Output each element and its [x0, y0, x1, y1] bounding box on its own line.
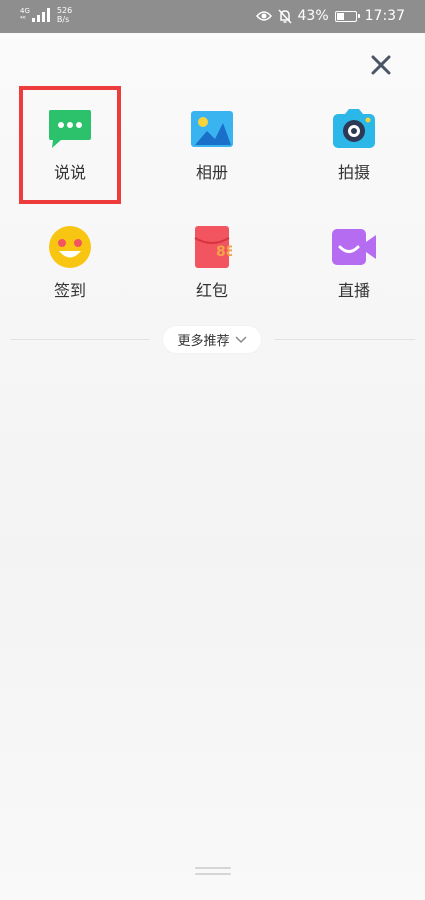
smiley-icon	[46, 223, 94, 271]
network-type-top: 4G	[20, 7, 30, 15]
action-label: 签到	[53, 281, 86, 300]
share-panel: 说说 相册 拍摄 签到 88 红包 直播 更多推荐	[0, 33, 425, 900]
action-label: 直播	[337, 281, 370, 300]
action-shuoshuo[interactable]: 说说	[10, 95, 130, 195]
action-album[interactable]: 相册	[152, 95, 272, 195]
status-right: 43% 17:37	[255, 8, 405, 24]
network-type-bottom: ⁴⁶	[20, 15, 26, 23]
mute-bell-icon	[277, 8, 292, 24]
divider-right	[274, 339, 415, 340]
divider-left	[10, 339, 150, 340]
drag-handle[interactable]	[195, 867, 231, 877]
eye-comfort-icon	[255, 11, 272, 21]
close-icon	[371, 55, 391, 75]
more-recommend-button[interactable]: 更多推荐	[163, 326, 261, 353]
battery-icon	[334, 10, 360, 22]
battery-fill	[336, 12, 344, 20]
battery-percent: 43%	[297, 8, 329, 24]
red-packet-icon: 88	[188, 223, 236, 271]
net-speed-unit: B/s	[56, 15, 70, 24]
signal-icon	[31, 8, 50, 22]
chevron-down-icon	[234, 335, 247, 343]
svg-text:88: 88	[216, 244, 232, 260]
status-left: 4G ⁴⁶ 526 B/s	[20, 6, 72, 24]
status-bar: 4G ⁴⁶ 526 B/s 43% 17:37	[0, 0, 425, 33]
live-video-icon	[330, 223, 378, 271]
network-speed: 526 B/s	[57, 6, 72, 24]
more-recommend-label: 更多推荐	[177, 334, 230, 349]
net-speed-value: 526	[56, 6, 73, 15]
clock: 17:37	[364, 8, 405, 24]
close-button[interactable]	[363, 51, 399, 79]
network-type: 4G ⁴⁶	[20, 7, 30, 23]
action-checkin[interactable]: 签到	[10, 213, 130, 313]
action-live[interactable]: 直播	[294, 213, 414, 313]
action-label: 拍摄	[337, 163, 370, 182]
camera-icon	[330, 105, 378, 153]
action-label: 相册	[195, 163, 228, 182]
photo-album-icon	[188, 105, 236, 153]
action-label: 说说	[53, 163, 86, 182]
action-camera[interactable]: 拍摄	[294, 95, 414, 195]
action-red-packet[interactable]: 88 红包	[152, 213, 272, 313]
action-label: 红包	[195, 281, 228, 300]
chat-bubble-icon	[46, 105, 94, 153]
